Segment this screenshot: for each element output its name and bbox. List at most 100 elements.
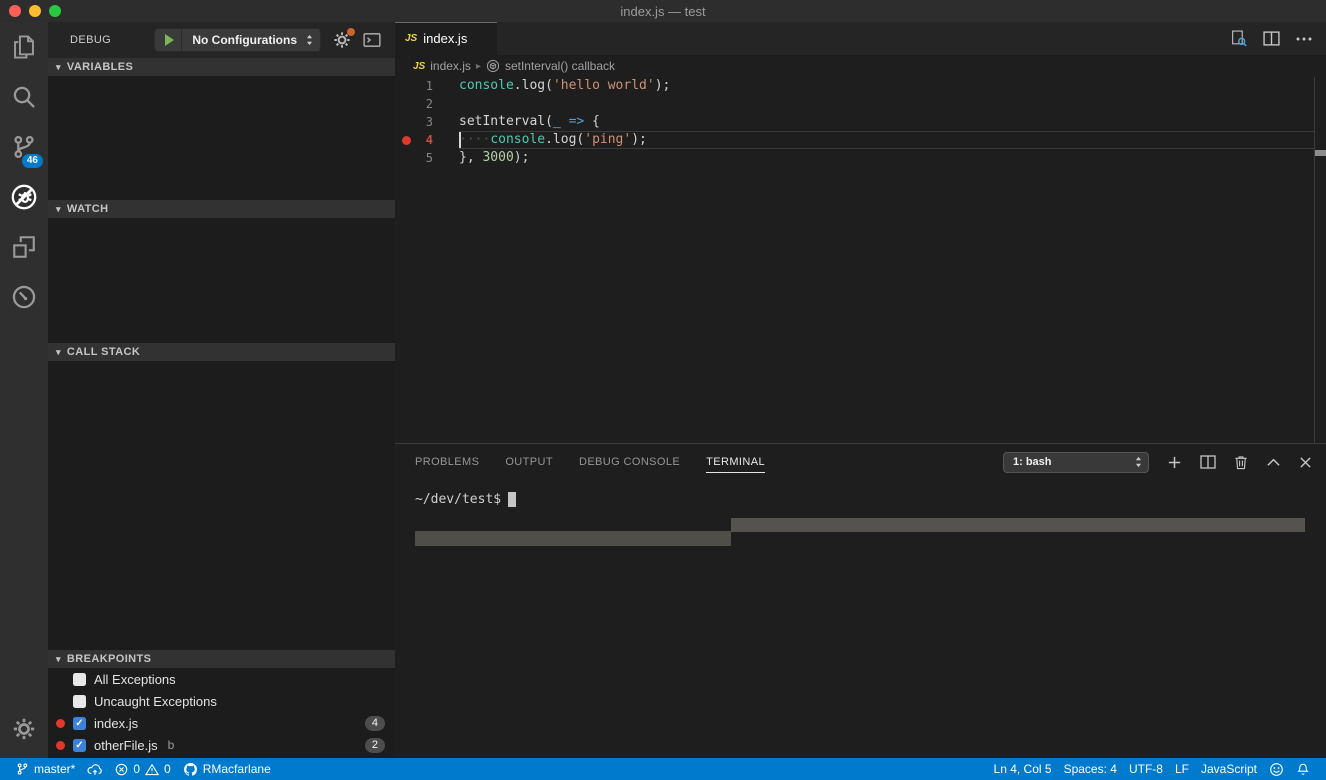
code-line-4-current[interactable]: 4 ····console.log('ping');: [395, 131, 1326, 149]
notifications-bell-button[interactable]: [1290, 758, 1316, 780]
split-editor-icon[interactable]: [1263, 31, 1280, 46]
git-branch-status[interactable]: master*: [10, 758, 81, 780]
language-mode-status[interactable]: JavaScript: [1195, 758, 1263, 780]
twistie-icon: ▾: [56, 654, 61, 665]
github-icon: [183, 762, 198, 777]
sync-changes-button[interactable]: [81, 758, 109, 780]
new-terminal-icon[interactable]: [1167, 455, 1182, 470]
breakpoint-row-all-exceptions[interactable]: All Exceptions: [48, 668, 395, 690]
gutter[interactable]: 3: [395, 113, 459, 131]
configure-gear-button[interactable]: [333, 31, 351, 49]
breakpoint-label: Uncaught Exceptions: [94, 694, 217, 709]
debug-console-toggle-button[interactable]: [363, 32, 381, 48]
open-preview-icon[interactable]: [1230, 30, 1247, 47]
play-icon: [165, 34, 174, 46]
cursor-position-status[interactable]: Ln 4, Col 5: [988, 758, 1058, 780]
checkbox-unchecked[interactable]: [73, 695, 86, 708]
search-icon[interactable]: [0, 72, 48, 122]
source-control-badge: 46: [22, 154, 43, 168]
gutter[interactable]: 4: [395, 131, 459, 149]
breakpoint-file-label: index.js: [94, 716, 138, 731]
terminal-output[interactable]: ~/dev/test$: [395, 480, 1326, 507]
breakpoint-dot-icon[interactable]: [402, 136, 411, 145]
code-line-5[interactable]: 5 }, 3000);: [395, 149, 1326, 167]
activity-bar: 46: [0, 22, 48, 758]
breakpoint-row-otherfilejs[interactable]: otherFile.js b 2: [48, 734, 395, 756]
encoding: UTF-8: [1129, 762, 1163, 776]
terminal-cursor: [508, 492, 516, 507]
checkbox-checked[interactable]: [73, 739, 86, 752]
checkbox-checked[interactable]: [73, 717, 86, 730]
breakpoint-file-suffix: b: [168, 738, 175, 752]
variables-section-header[interactable]: ▾ VARIABLES: [48, 58, 395, 76]
call-stack-section-header[interactable]: ▾ CALL STACK: [48, 343, 395, 361]
problems-status[interactable]: 0 0: [109, 758, 176, 780]
code-line-2[interactable]: 2: [395, 95, 1326, 113]
more-actions-icon[interactable]: [1296, 37, 1312, 41]
split-terminal-icon[interactable]: [1200, 455, 1216, 469]
editor-scrollbar[interactable]: [1314, 77, 1326, 443]
gutter[interactable]: 2: [395, 95, 459, 113]
encoding-status[interactable]: UTF-8: [1123, 758, 1169, 780]
error-count: 0: [133, 762, 140, 776]
code-line-1[interactable]: 1 console.log('hello world');: [395, 77, 1326, 95]
variables-section-body: [48, 76, 395, 200]
checkbox-unchecked[interactable]: [73, 673, 86, 686]
breakpoints-section-body: All Exceptions Uncaught Exceptions index…: [48, 668, 395, 758]
breadcrumb-file[interactable]: index.js: [430, 59, 471, 73]
breakpoint-label: All Exceptions: [94, 672, 176, 687]
terminal-prompt: ~/dev/test$: [415, 492, 501, 507]
traffic-lights: [9, 5, 61, 17]
feedback-smiley-button[interactable]: [1263, 758, 1290, 780]
close-window-button[interactable]: [9, 5, 21, 17]
explorer-icon[interactable]: [0, 22, 48, 72]
terminal-selector-dropdown[interactable]: 1: bash: [1003, 452, 1149, 473]
zoom-window-button[interactable]: [49, 5, 61, 17]
watch-section-header[interactable]: ▾ WATCH: [48, 200, 395, 218]
github-account-status[interactable]: RMacfarlane: [177, 758, 277, 780]
indentation-status[interactable]: Spaces: 4: [1058, 758, 1123, 780]
manage-gear-icon[interactable]: [0, 704, 48, 754]
breakpoint-row-uncaught-exceptions[interactable]: Uncaught Exceptions: [48, 690, 395, 712]
configuration-dropdown[interactable]: No Configurations: [182, 33, 320, 47]
titlebar: index.js — test: [0, 0, 1326, 22]
git-branch-icon: [16, 762, 29, 776]
gutter[interactable]: 5: [395, 149, 459, 167]
eol: LF: [1175, 762, 1189, 776]
close-panel-icon[interactable]: [1299, 456, 1312, 469]
eol-status[interactable]: LF: [1169, 758, 1195, 780]
code-line-3[interactable]: 3 setInterval(_ => {: [395, 113, 1326, 131]
warning-count: 0: [164, 762, 171, 776]
tab-label: index.js: [423, 31, 467, 46]
debug-sidebar: DEBUG No Configurations: [48, 22, 395, 758]
minimize-window-button[interactable]: [29, 5, 41, 17]
tab-indexjs[interactable]: JS index.js: [395, 22, 497, 55]
breakpoints-section-header[interactable]: ▾ BREAKPOINTS: [48, 650, 395, 668]
maximize-panel-chevron-icon[interactable]: [1266, 457, 1281, 467]
indentation: Spaces: 4: [1064, 762, 1117, 776]
debug-icon[interactable]: [0, 172, 48, 222]
gauge-extension-icon[interactable]: [0, 272, 48, 322]
vscode-window: index.js — test 46: [0, 0, 1326, 780]
warning-icon: [145, 763, 159, 776]
kill-terminal-trash-icon[interactable]: [1234, 455, 1248, 470]
editor-actions: [1230, 22, 1326, 55]
tab-debug-console[interactable]: DEBUG CONSOLE: [579, 452, 680, 472]
tab-problems[interactable]: PROBLEMS: [415, 452, 479, 472]
source-control-icon[interactable]: 46: [0, 122, 48, 172]
call-stack-section-body: [48, 361, 395, 650]
watch-section: ▾ WATCH: [48, 200, 395, 343]
tab-output[interactable]: OUTPUT: [505, 452, 553, 472]
breadcrumb-symbol[interactable]: setInterval() callback: [505, 59, 615, 73]
code-editor[interactable]: 1 console.log('hello world'); 2 3 setInt…: [395, 77, 1326, 443]
gutter[interactable]: 1: [395, 77, 459, 95]
js-file-icon: JS: [413, 61, 425, 72]
terminal-artifact-bar: [415, 531, 731, 546]
start-debug-button[interactable]: [155, 29, 182, 51]
breakpoint-row-indexjs[interactable]: index.js 4: [48, 712, 395, 734]
extensions-icon[interactable]: [0, 222, 48, 272]
tab-terminal[interactable]: TERMINAL: [706, 452, 765, 473]
panel-actions: 1: bash: [1003, 452, 1326, 473]
bell-icon: [1296, 762, 1310, 777]
gear-notification-dot: [347, 28, 355, 36]
